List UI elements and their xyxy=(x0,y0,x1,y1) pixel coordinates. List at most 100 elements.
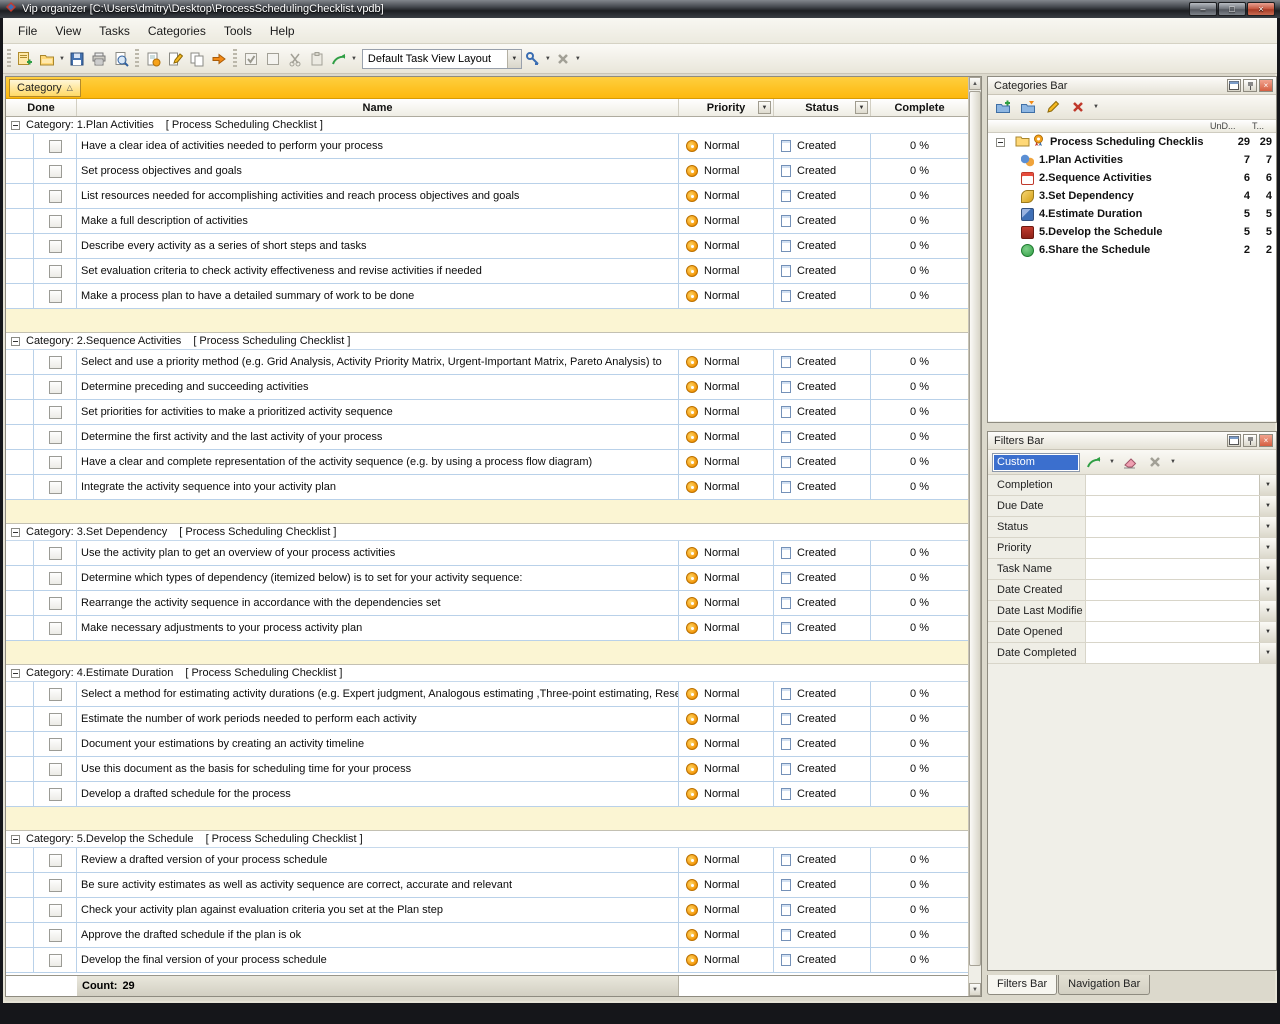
filter-field-value[interactable] xyxy=(1086,559,1259,579)
task-row[interactable]: Develop the final version of your proces… xyxy=(6,948,968,973)
task-done-checkbox[interactable] xyxy=(49,904,62,917)
task-done-checkbox[interactable] xyxy=(49,763,62,776)
column-header-done[interactable]: Done xyxy=(6,99,77,116)
tab-navigation-bar[interactable]: Navigation Bar xyxy=(1058,975,1150,995)
task-status-cell[interactable]: Created xyxy=(774,707,871,731)
open-database-icon[interactable] xyxy=(36,48,58,70)
category-tree-item[interactable]: 6.Share the Schedule 2 2 xyxy=(988,241,1276,259)
task-done-checkbox[interactable] xyxy=(49,356,62,369)
task-name[interactable]: Develop a drafted schedule for the proce… xyxy=(77,782,679,806)
task-name[interactable]: Rearrange the activity sequence in accor… xyxy=(77,591,679,615)
task-name[interactable]: Develop the final version of your proces… xyxy=(77,948,679,972)
save-filter-icon[interactable] xyxy=(1083,451,1105,473)
task-priority-cell[interactable]: Normal xyxy=(679,450,774,474)
clear-filter-icon[interactable] xyxy=(1119,451,1141,473)
task-status-cell[interactable]: Created xyxy=(774,682,871,706)
task-row[interactable]: Set process objectives and goals Normal … xyxy=(6,159,968,184)
task-name[interactable]: Determine which types of dependency (ite… xyxy=(77,566,679,590)
menu-tasks[interactable]: Tasks xyxy=(90,21,139,41)
task-done-checkbox[interactable] xyxy=(49,879,62,892)
task-name[interactable]: Use this document as the basis for sched… xyxy=(77,757,679,781)
category-tree-item[interactable]: 1.Plan Activities 7 7 xyxy=(988,151,1276,169)
task-row[interactable]: Make a full description of activities No… xyxy=(6,209,968,234)
task-name[interactable]: Be sure activity estimates as well as ac… xyxy=(77,873,679,897)
task-done-checkbox[interactable] xyxy=(49,265,62,278)
task-name[interactable]: Estimate the number of work periods need… xyxy=(77,707,679,731)
category-tree-item[interactable]: 4.Estimate Duration 5 5 xyxy=(988,205,1276,223)
task-done-checkbox[interactable] xyxy=(49,547,62,560)
task-row[interactable]: Rearrange the activity sequence in accor… xyxy=(6,591,968,616)
filter-field-value[interactable] xyxy=(1086,538,1259,558)
task-status-cell[interactable]: Created xyxy=(774,350,871,374)
menu-categories[interactable]: Categories xyxy=(139,21,215,41)
task-priority-cell[interactable]: Normal xyxy=(679,848,774,872)
task-row[interactable]: Estimate the number of work periods need… xyxy=(6,707,968,732)
task-priority-cell[interactable]: Normal xyxy=(679,400,774,424)
task-priority-cell[interactable]: Normal xyxy=(679,259,774,283)
task-priority-cell[interactable]: Normal xyxy=(679,184,774,208)
menu-tools[interactable]: Tools xyxy=(215,21,261,41)
task-status-cell[interactable]: Created xyxy=(774,591,871,615)
task-priority-cell[interactable]: Normal xyxy=(679,873,774,897)
category-group-header[interactable]: Category: 4.Estimate Duration [ Process … xyxy=(6,665,968,682)
task-status-cell[interactable]: Created xyxy=(774,184,871,208)
maximize-button[interactable]: □ xyxy=(1218,2,1246,16)
undone-column-header[interactable]: UnD... xyxy=(1210,121,1252,131)
task-name[interactable]: Integrate the activity sequence into you… xyxy=(77,475,679,499)
task-status-cell[interactable]: Created xyxy=(774,566,871,590)
task-row[interactable]: Make a process plan to have a detailed s… xyxy=(6,284,968,309)
task-status-cell[interactable]: Created xyxy=(774,898,871,922)
task-status-cell[interactable]: Created xyxy=(774,400,871,424)
collapse-icon[interactable] xyxy=(11,121,20,130)
task-priority-cell[interactable]: Normal xyxy=(679,541,774,565)
categories-toolbar-caret[interactable]: ▼ xyxy=(1093,104,1099,110)
task-done-checkbox[interactable] xyxy=(49,688,62,701)
task-done-checkbox[interactable] xyxy=(49,929,62,942)
task-name[interactable]: Approve the drafted schedule if the plan… xyxy=(77,923,679,947)
task-done-checkbox[interactable] xyxy=(49,406,62,419)
mark-undone-icon[interactable] xyxy=(262,48,284,70)
task-done-checkbox[interactable] xyxy=(49,738,62,751)
task-name[interactable]: Make a process plan to have a detailed s… xyxy=(77,284,679,308)
task-done-checkbox[interactable] xyxy=(49,572,62,585)
category-group-header[interactable]: Category: 3.Set Dependency [ Process Sch… xyxy=(6,524,968,541)
filter-field-value[interactable] xyxy=(1086,622,1259,642)
task-done-checkbox[interactable] xyxy=(49,290,62,303)
task-status-cell[interactable]: Created xyxy=(774,782,871,806)
task-priority-cell[interactable]: Normal xyxy=(679,566,774,590)
task-row[interactable]: Set priorities for activities to make a … xyxy=(6,400,968,425)
task-row[interactable]: Document your estimations by creating an… xyxy=(6,732,968,757)
task-row[interactable]: List resources needed for accomplishing … xyxy=(6,184,968,209)
menu-help[interactable]: Help xyxy=(261,21,304,41)
edit-category-icon[interactable] xyxy=(1042,96,1064,118)
task-priority-cell[interactable]: Normal xyxy=(679,284,774,308)
task-status-cell[interactable]: Created xyxy=(774,873,871,897)
task-name[interactable]: Determine the first activity and the las… xyxy=(77,425,679,449)
filter-dropdown-button[interactable]: ▼ xyxy=(1259,517,1276,537)
chevron-down-icon[interactable]: ▼ xyxy=(507,50,521,68)
task-priority-cell[interactable]: Normal xyxy=(679,682,774,706)
attach-dropdown-caret[interactable]: ▼ xyxy=(545,56,551,62)
task-status-cell[interactable]: Created xyxy=(774,159,871,183)
category-tree-root[interactable]: Process Scheduling Checklis 29 29 xyxy=(988,133,1276,151)
task-name[interactable]: Review a drafted version of your process… xyxy=(77,848,679,872)
task-status-cell[interactable]: Created xyxy=(774,425,871,449)
mark-done-icon[interactable] xyxy=(240,48,262,70)
task-status-cell[interactable]: Created xyxy=(774,209,871,233)
task-name[interactable]: Set evaluation criteria to check activit… xyxy=(77,259,679,283)
task-name[interactable]: Document your estimations by creating an… xyxy=(77,732,679,756)
duplicate-task-icon[interactable] xyxy=(186,48,208,70)
task-priority-cell[interactable]: Normal xyxy=(679,159,774,183)
task-name[interactable]: Have a clear idea of activities needed t… xyxy=(77,134,679,158)
task-status-cell[interactable]: Created xyxy=(774,375,871,399)
vertical-scrollbar[interactable]: ▲ ▼ xyxy=(968,77,981,996)
collapse-icon[interactable] xyxy=(11,669,20,678)
task-priority-cell[interactable]: Normal xyxy=(679,134,774,158)
new-database-icon[interactable] xyxy=(14,48,36,70)
category-group-header[interactable]: Category: 5.Develop the Schedule [ Proce… xyxy=(6,831,968,848)
task-status-cell[interactable]: Created xyxy=(774,134,871,158)
paste-icon[interactable] xyxy=(306,48,328,70)
total-column-header[interactable]: T... xyxy=(1252,121,1276,131)
task-priority-cell[interactable]: Normal xyxy=(679,616,774,640)
group-by-category-chip[interactable]: Category △ xyxy=(9,79,81,97)
